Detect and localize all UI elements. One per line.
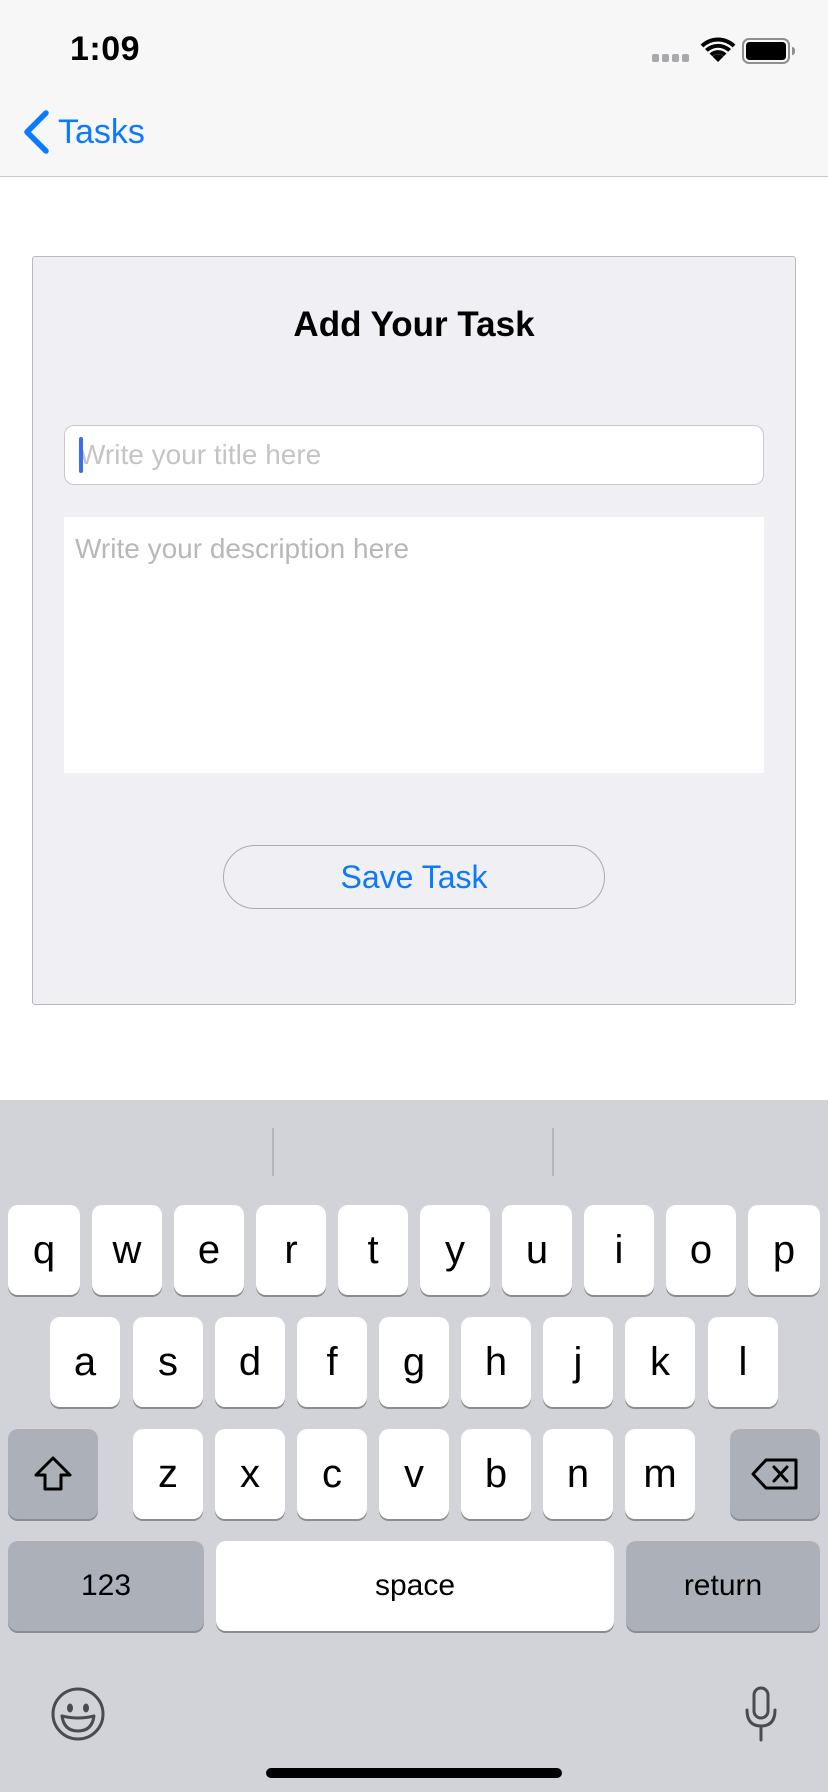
key-i[interactable]: i xyxy=(584,1205,654,1295)
key-j[interactable]: j xyxy=(543,1317,613,1407)
task-description-input[interactable] xyxy=(64,517,764,773)
key-n[interactable]: n xyxy=(543,1429,613,1519)
space-key[interactable]: space xyxy=(216,1541,614,1631)
key-t[interactable]: t xyxy=(338,1205,408,1295)
save-task-button[interactable]: Save Task xyxy=(223,845,605,909)
key-y[interactable]: y xyxy=(420,1205,490,1295)
key-s[interactable]: s xyxy=(133,1317,203,1407)
key-r[interactable]: r xyxy=(256,1205,326,1295)
back-button[interactable]: Tasks xyxy=(22,108,145,156)
home-indicator xyxy=(266,1768,562,1778)
shift-arrow-icon xyxy=(34,1456,72,1491)
key-x[interactable]: x xyxy=(215,1429,285,1519)
shift-key[interactable] xyxy=(8,1429,98,1519)
key-g[interactable]: g xyxy=(379,1317,449,1407)
key-w[interactable]: w xyxy=(92,1205,162,1295)
delete-key[interactable] xyxy=(730,1429,820,1519)
cellular-signal-icon xyxy=(652,54,692,62)
key-e[interactable]: e xyxy=(174,1205,244,1295)
key-b[interactable]: b xyxy=(461,1429,531,1519)
key-c[interactable]: c xyxy=(297,1429,367,1519)
emoji-icon[interactable] xyxy=(50,1686,106,1742)
key-k[interactable]: k xyxy=(625,1317,695,1407)
key-z[interactable]: z xyxy=(133,1429,203,1519)
key-a[interactable]: a xyxy=(50,1317,120,1407)
key-l[interactable]: l xyxy=(708,1317,778,1407)
chevron-left-icon xyxy=(24,110,49,154)
on-screen-keyboard: q w e r t y u i o p a s d f g h j k l z … xyxy=(0,1100,828,1792)
key-q[interactable]: q xyxy=(8,1205,80,1295)
return-key[interactable]: return xyxy=(626,1541,820,1631)
text-cursor xyxy=(79,437,83,473)
key-d[interactable]: d xyxy=(215,1317,285,1407)
backspace-icon xyxy=(751,1458,798,1490)
card-title: Add Your Task xyxy=(293,305,535,344)
key-v[interactable]: v xyxy=(379,1429,449,1519)
key-p[interactable]: p xyxy=(748,1205,820,1295)
add-task-card: Add Your Task Save Task xyxy=(32,256,796,1005)
predictive-text-bar xyxy=(0,1100,828,1188)
key-h[interactable]: h xyxy=(461,1317,531,1407)
numbers-key[interactable]: 123 xyxy=(8,1541,204,1631)
wifi-icon xyxy=(700,37,736,62)
task-title-input[interactable] xyxy=(64,425,764,485)
navigation-bar: 1:09 Tasks xyxy=(0,0,828,177)
back-button-label: Tasks xyxy=(58,112,145,151)
battery-icon xyxy=(742,38,795,64)
key-o[interactable]: o xyxy=(666,1205,736,1295)
prediction-divider xyxy=(552,1128,554,1176)
key-u[interactable]: u xyxy=(502,1205,572,1295)
prediction-divider xyxy=(272,1128,274,1176)
status-time: 1:09 xyxy=(70,30,141,68)
microphone-icon[interactable] xyxy=(744,1686,778,1744)
key-f[interactable]: f xyxy=(297,1317,367,1407)
key-m[interactable]: m xyxy=(625,1429,695,1519)
